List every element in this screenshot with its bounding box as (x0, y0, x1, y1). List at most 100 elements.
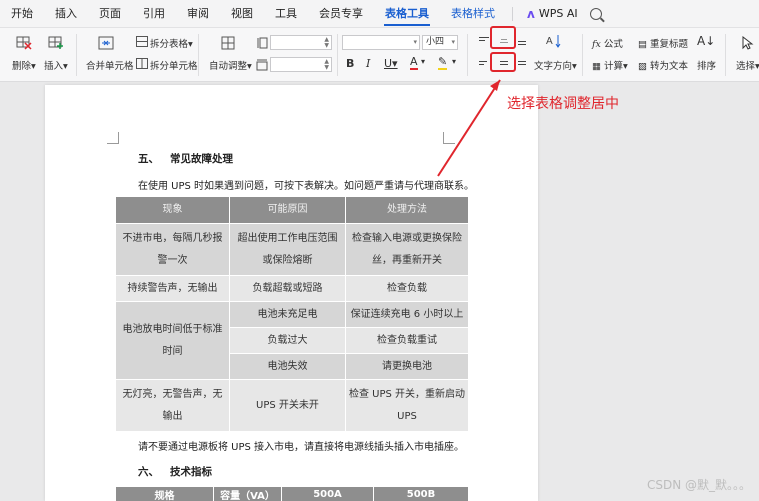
autofit-button[interactable]: 自动调整▾ (209, 58, 252, 72)
calculate-button[interactable]: ▦ 计算▾ (592, 58, 628, 72)
tab-references[interactable]: 引用 (132, 0, 176, 28)
cell-text: 检查 UPS 开关，重新启动 (348, 388, 466, 400)
align-top-right-icon[interactable] (516, 38, 530, 50)
table-cell[interactable]: 负载超载或短路 (229, 275, 346, 302)
table-cell[interactable]: 超出使用工作电压范围 或保险熔断 (229, 223, 346, 276)
cell-text: 警一次 (157, 254, 188, 266)
bold-icon[interactable]: B (346, 57, 354, 70)
ribbon-divider (582, 34, 583, 76)
insert-button[interactable]: 插入▾ (44, 58, 68, 72)
align-top-left-icon[interactable] (477, 36, 491, 48)
sort-button[interactable]: 排序 (697, 58, 716, 72)
highlight-icon[interactable]: ✎ (438, 56, 448, 70)
align-middle-left-icon[interactable] (477, 58, 491, 70)
tab-page[interactable]: 页面 (88, 0, 132, 28)
table-header-cell[interactable]: 可能原因 (229, 196, 346, 224)
intro-paragraph[interactable]: 在使用 UPS 时如果遇到问题，可按下表解决。如问题严重请与代理商联系。 (138, 177, 474, 192)
troubleshooting-table[interactable]: 现象 可能原因 处理方法 不进市电，每隔几秒报 警一次 超出使用工作电压范围 或保险… (115, 196, 469, 432)
tab-table-style[interactable]: 表格样式 (440, 0, 506, 28)
delete-table-icon[interactable] (16, 36, 32, 50)
table-cell[interactable]: 不进市电，每隔几秒报 警一次 (115, 223, 230, 276)
table-cell[interactable]: UPS 开关未开 (229, 379, 346, 432)
chevron-down-icon[interactable]: ▾ (421, 57, 425, 66)
ribbon-divider (725, 34, 726, 76)
column-width-field[interactable]: ▲ ▼ (270, 57, 332, 72)
split-table-button[interactable]: 拆分表格▾ (150, 36, 193, 50)
tab-table-tools[interactable]: 表格工具 (374, 0, 440, 28)
split-cells-button[interactable]: 拆分单元格 (150, 58, 198, 72)
select-button[interactable]: 选择▾ (736, 58, 759, 72)
chevron-down-icon[interactable]: ▾ (452, 57, 456, 66)
wps-ai-logo-icon: ᴧ (527, 6, 535, 21)
spec-table[interactable]: 规格 容量（VA） 500A 500B (115, 486, 469, 501)
table-cell[interactable]: 电池放电时间低于标准 时间 (115, 301, 230, 380)
table-cell[interactable]: 负载过大 (229, 327, 346, 354)
table-row: 不进市电，每隔几秒报 警一次 超出使用工作电压范围 或保险熔断 检查输入电源或更换保… (115, 223, 469, 276)
convert-to-text-icon: ▧ (638, 61, 647, 72)
insert-label: 插入 (44, 61, 64, 72)
text-direction-label: 文字方向 (534, 61, 573, 72)
table-cell[interactable]: 检查输入电源或更换保险 丝，再重新开关 (345, 223, 469, 276)
autofit-icon[interactable] (220, 36, 236, 50)
ribbon-divider (76, 34, 77, 76)
table-cell[interactable]: 请更换电池 (345, 353, 469, 380)
formula-button[interactable]: fx 公式 (592, 36, 623, 50)
font-size-select[interactable]: 小四 ▾ (422, 35, 458, 50)
table-header-cell[interactable]: 500B (373, 486, 469, 501)
tab-review[interactable]: 审阅 (176, 0, 220, 28)
wps-ai-button[interactable]: ᴧ WPS AI (519, 7, 586, 21)
table-cell[interactable]: 持续警告声，无输出 (115, 275, 230, 302)
italic-icon[interactable]: I (366, 57, 370, 70)
tab-insert[interactable]: 插入 (44, 0, 88, 28)
note-paragraph[interactable]: 请不要通过电源板将 UPS 接入市电，请直接将电源线插头插入市电插座。 (138, 438, 464, 453)
table-cell[interactable]: 检查 UPS 开关，重新启动 UPS (345, 379, 469, 432)
cell-text: 不进市电，每隔几秒报 (122, 232, 223, 244)
tab-tools[interactable]: 工具 (264, 0, 308, 28)
underline-icon[interactable]: U▾ (384, 57, 398, 70)
row-height-field[interactable]: ▲ ▼ (270, 35, 332, 50)
calculator-icon: ▦ (592, 61, 601, 72)
merge-cells-button[interactable]: 合并单元格 (86, 58, 134, 72)
table-header-cell[interactable]: 现象 (115, 196, 230, 224)
table-cell[interactable]: 保证连续充电 6 小时以上 (345, 301, 469, 328)
repeat-header-label: 重复标题 (650, 39, 689, 50)
table-header-cell[interactable]: 500A (281, 486, 374, 501)
repeat-header-button[interactable]: ▤ 重复标题 (638, 36, 688, 50)
table-header-cell[interactable]: 处理方法 (345, 196, 469, 224)
table-cell[interactable]: 检查负载重试 (345, 327, 469, 354)
delete-button[interactable]: 删除▾ (12, 58, 36, 72)
margin-corner-mark (443, 132, 455, 144)
section5-heading: 常见故障处理 (170, 153, 233, 165)
table-header-cell[interactable]: 容量（VA） (213, 486, 282, 501)
tab-view[interactable]: 视图 (220, 0, 264, 28)
text-direction-button[interactable]: 文字方向▾ (534, 58, 577, 72)
insert-table-icon[interactable] (48, 36, 64, 50)
tab-member[interactable]: 会员专享 (308, 0, 374, 28)
section5-number: 五、 (138, 153, 159, 165)
row-height-spinner[interactable]: ▲ ▼ (324, 37, 329, 49)
sort-icon[interactable]: A↓ (697, 34, 715, 48)
cursor-select-icon[interactable] (740, 36, 756, 50)
table-header-row: 现象 可能原因 处理方法 (115, 196, 469, 224)
calculate-label: 计算 (604, 61, 624, 72)
text-direction-icon[interactable]: A (546, 34, 562, 48)
table-header-cell[interactable]: 规格 (115, 486, 214, 501)
table-cell[interactable]: 电池失效 (229, 353, 346, 380)
highlight-box-align-middle-center (490, 52, 516, 72)
wps-ai-label: WPS AI (538, 7, 578, 20)
convert-to-text-button[interactable]: ▧ 转为文本 (638, 58, 688, 72)
table-cell[interactable]: 检查负载 (345, 275, 469, 302)
table-cell[interactable]: 电池未充足电 (229, 301, 346, 328)
cell-text: 检查输入电源或更换保险 (352, 232, 462, 244)
font-color-icon[interactable]: A (410, 56, 418, 70)
merge-cells-icon[interactable] (98, 36, 114, 50)
search-icon[interactable] (589, 7, 602, 20)
font-name-select[interactable]: ▾ (342, 35, 420, 50)
ribbon-divider (337, 34, 338, 76)
tab-home[interactable]: 开始 (0, 0, 44, 28)
ribbon-divider (198, 34, 199, 76)
column-width-spinner[interactable]: ▲ ▼ (324, 59, 329, 71)
table-cell[interactable]: 无灯亮，无警告声，无 输出 (115, 379, 230, 432)
align-middle-right-icon[interactable] (516, 58, 530, 70)
cell-text: UPS (397, 410, 417, 422)
